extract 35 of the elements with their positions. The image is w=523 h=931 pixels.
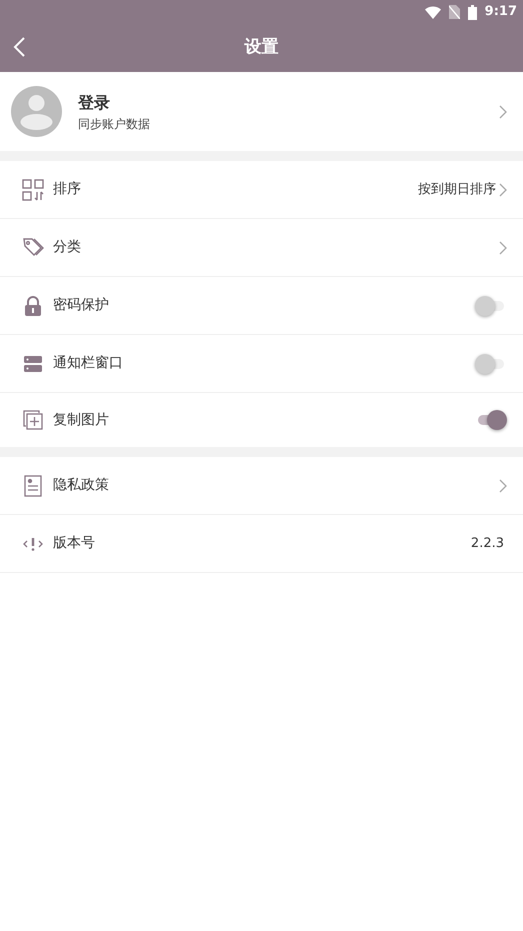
copy-icon <box>22 409 44 431</box>
chevron-icon <box>499 104 507 118</box>
avatar-icon <box>11 86 62 137</box>
setting-label: 通知栏窗口 <box>53 354 124 373</box>
setting-label: 分类 <box>53 238 82 257</box>
document-icon <box>22 474 44 496</box>
back-button[interactable] <box>12 36 26 58</box>
account-row[interactable]: 登录 同步账户数据 <box>0 72 523 151</box>
chevron-icon <box>499 478 507 492</box>
chevron-icon <box>499 240 507 254</box>
battery-icon <box>468 4 477 20</box>
grid-icon <box>22 178 44 200</box>
setting-label: 版本号 <box>53 534 96 553</box>
settings-row[interactable]: 隐私政策 <box>0 457 523 515</box>
setting-label: 隐私政策 <box>53 476 110 495</box>
settings-row[interactable]: 密码保护 <box>0 277 523 335</box>
lock-icon <box>22 294 44 316</box>
settings-row[interactable]: 排序 按到期日排序 <box>0 161 523 219</box>
setting-value: 2.2.3 <box>470 534 504 553</box>
login-subtitle: 同步账户数据 <box>78 116 151 132</box>
login-title: 登录 <box>78 92 111 114</box>
setting-label: 排序 <box>53 180 82 199</box>
wifi-icon <box>424 6 441 18</box>
settings-row[interactable]: 通知栏窗口 <box>0 335 523 393</box>
settings-row[interactable]: 版本号 2.2.3 <box>0 515 523 573</box>
page-title: 设置 <box>244 36 278 60</box>
tag-icon <box>22 236 44 258</box>
settings-row[interactable]: 复制图片 <box>0 393 523 447</box>
settings-row[interactable]: 分类 <box>0 219 523 277</box>
setting-label: 复制图片 <box>53 410 110 430</box>
status-time: 9:17 <box>484 3 517 22</box>
setting-value: 按到期日排序 <box>418 180 496 199</box>
no-sim-icon <box>448 5 460 19</box>
setting-label: 密码保护 <box>53 296 110 315</box>
chevron-icon <box>499 182 507 196</box>
